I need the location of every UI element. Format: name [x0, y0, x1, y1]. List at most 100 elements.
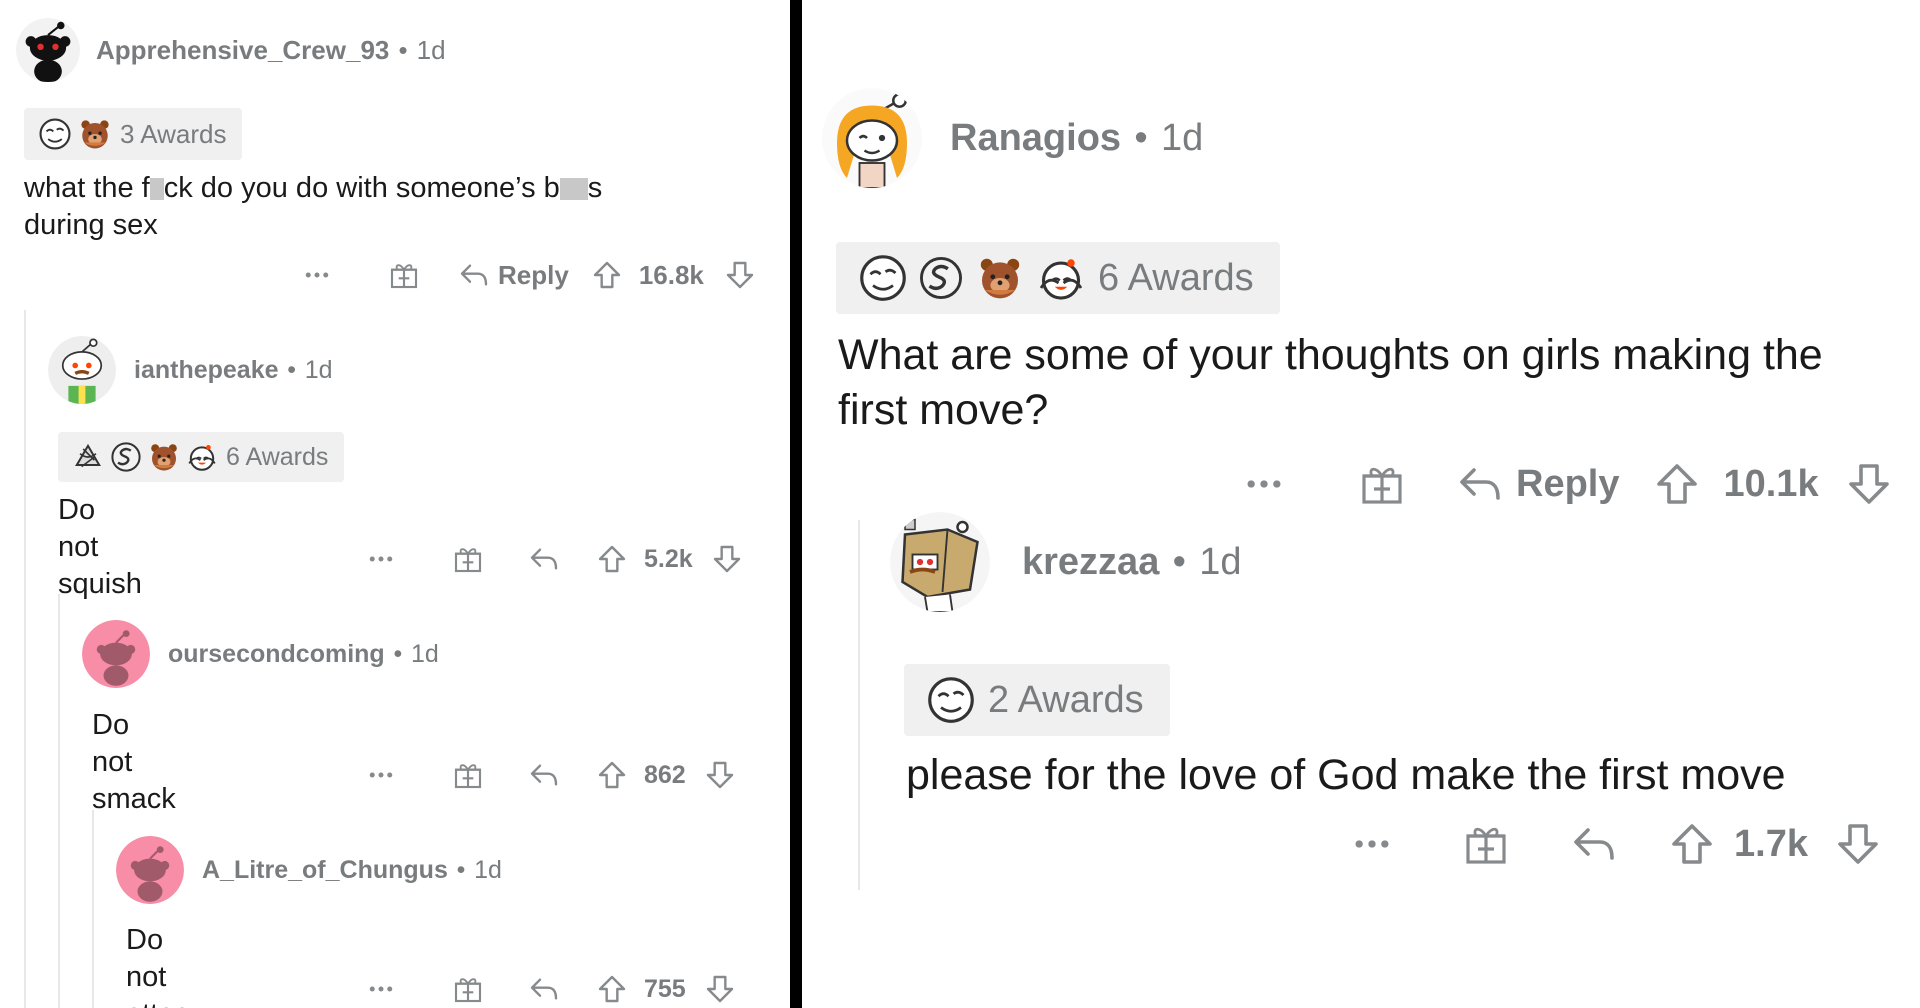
separator-dot: •	[456, 855, 466, 884]
downvote-icon[interactable]	[704, 973, 736, 1005]
more-options-icon[interactable]	[302, 260, 332, 290]
downvote-icon[interactable]	[1845, 460, 1893, 508]
bear-award-icon	[78, 117, 112, 151]
right-thread-panel: Ranagios • 1d 6 Awards What are some of …	[802, 0, 1920, 1008]
reply-icon[interactable]	[1456, 460, 1504, 508]
helpful-award-icon	[858, 253, 908, 303]
comment-header: ianthepeake • 1d	[48, 336, 333, 404]
left-thread-panel: Apprehensive_Crew_93 • 1d 3 Awards what …	[0, 0, 790, 1008]
thread-line[interactable]	[92, 810, 94, 1008]
give-award-icon[interactable]	[1462, 820, 1510, 868]
awards-badge[interactable]: 6 Awards	[836, 242, 1280, 314]
comment-body: What are some of your thoughts on girls …	[838, 331, 1823, 435]
vote-score: 755	[644, 974, 686, 1003]
more-options-icon[interactable]	[366, 544, 396, 574]
thread-line[interactable]	[24, 310, 26, 1008]
upvote-icon[interactable]	[1668, 820, 1716, 868]
comment-body: what the f ck do you do with someone’s bs…	[24, 172, 603, 241]
comment-body: Do not attac	[126, 924, 189, 1008]
reply-icon[interactable]	[528, 759, 560, 791]
vote-score: 16.8k	[638, 259, 704, 290]
avatar[interactable]	[48, 336, 116, 404]
give-award-icon[interactable]	[452, 543, 484, 575]
separator-dot: •	[287, 355, 297, 384]
awards-badge[interactable]: 3 Awards	[24, 108, 243, 160]
more-options-icon[interactable]	[366, 760, 396, 790]
comment-age: 1d	[410, 639, 439, 668]
upvote-icon[interactable]	[1653, 460, 1701, 508]
comment-header: A_Litre_of_Chungus • 1d	[116, 836, 502, 904]
comment-actions: 755	[366, 970, 736, 1008]
vote-score: 1.7k	[1734, 822, 1808, 865]
reply-icon[interactable]	[528, 973, 560, 1005]
separator-dot: •	[1134, 116, 1148, 159]
give-award-icon[interactable]	[452, 973, 484, 1005]
downvote-icon[interactable]	[724, 259, 756, 291]
username[interactable]: ianthepeake	[134, 356, 279, 385]
panel-divider	[790, 0, 802, 1008]
avatar[interactable]	[116, 836, 184, 904]
comment-age: 1d	[474, 855, 502, 884]
awards-count: 6 Awards	[226, 442, 329, 471]
awards-badge[interactable]: 2 Awards	[904, 664, 1170, 736]
comment-age: 1d	[1199, 540, 1242, 583]
comment-header: Apprehensive_Crew_93 • 1d	[16, 18, 446, 82]
comment-actions: 1.7k	[1350, 818, 1882, 870]
comment-age: 1d	[1160, 116, 1204, 159]
more-options-icon[interactable]	[1242, 462, 1286, 506]
awards-count: 3 Awards	[120, 118, 227, 149]
avatar[interactable]	[822, 88, 922, 188]
upvote-icon[interactable]	[591, 259, 623, 291]
more-options-icon[interactable]	[1350, 822, 1394, 866]
reply-icon[interactable]	[1570, 820, 1618, 868]
wholesome-award-icon	[186, 441, 218, 473]
separator-dot: •	[398, 34, 408, 65]
downvote-icon[interactable]	[711, 543, 743, 575]
username[interactable]: krezzaa	[1022, 541, 1159, 584]
awards-count: 2 Awards	[988, 678, 1144, 721]
upvote-icon[interactable]	[596, 543, 628, 575]
avatar[interactable]	[890, 512, 990, 612]
reply-button[interactable]: Reply	[498, 260, 569, 291]
separator-dot: •	[393, 639, 403, 668]
username[interactable]: A_Litre_of_Chungus	[202, 856, 448, 885]
username[interactable]: Ranagios	[950, 117, 1121, 160]
helpful-award-icon	[38, 117, 72, 151]
give-award-icon[interactable]	[452, 759, 484, 791]
more-options-icon[interactable]	[366, 974, 396, 1004]
reply-button[interactable]: Reply	[1516, 463, 1619, 506]
upvote-icon[interactable]	[596, 759, 628, 791]
silver-award-icon	[110, 441, 142, 473]
awards-badge[interactable]: 6 Awards	[58, 432, 345, 482]
separator-dot: •	[1172, 540, 1186, 583]
comment-header: oursecondcoming • 1d	[82, 620, 439, 688]
avatar[interactable]	[82, 620, 150, 688]
reply-icon[interactable]	[528, 543, 560, 575]
comment-actions: Reply 16.8k	[302, 256, 756, 294]
username[interactable]: Apprehensive_Crew_93	[96, 35, 389, 66]
avatar[interactable]	[16, 18, 80, 82]
downvote-icon[interactable]	[704, 759, 736, 791]
vote-score: 862	[644, 760, 686, 789]
upvote-icon[interactable]	[596, 973, 628, 1005]
comment-actions: Reply 10.1k	[1242, 458, 1893, 510]
comment-body: Do not smack	[92, 709, 176, 815]
username[interactable]: oursecondcoming	[168, 640, 385, 669]
bear-award-icon	[148, 441, 180, 473]
comment-actions: 5.2k	[366, 540, 743, 578]
thread-line[interactable]	[58, 594, 60, 1008]
reply-icon[interactable]	[458, 259, 490, 291]
give-award-icon[interactable]	[1358, 460, 1406, 508]
give-award-icon[interactable]	[388, 259, 420, 291]
thread-line[interactable]	[858, 520, 860, 890]
silver-award-icon	[918, 255, 964, 301]
downvote-icon[interactable]	[1834, 820, 1882, 868]
comment-body: Do not squish	[58, 494, 142, 600]
platinum-award-icon	[72, 441, 104, 473]
vote-score: 5.2k	[644, 544, 693, 573]
awards-count: 6 Awards	[1098, 256, 1254, 299]
comment-actions: 862	[366, 756, 736, 794]
bear-award-icon	[976, 254, 1024, 302]
comment-body: please for the love of God make the firs…	[906, 751, 1786, 799]
comment-header: Ranagios • 1d	[822, 88, 1203, 188]
